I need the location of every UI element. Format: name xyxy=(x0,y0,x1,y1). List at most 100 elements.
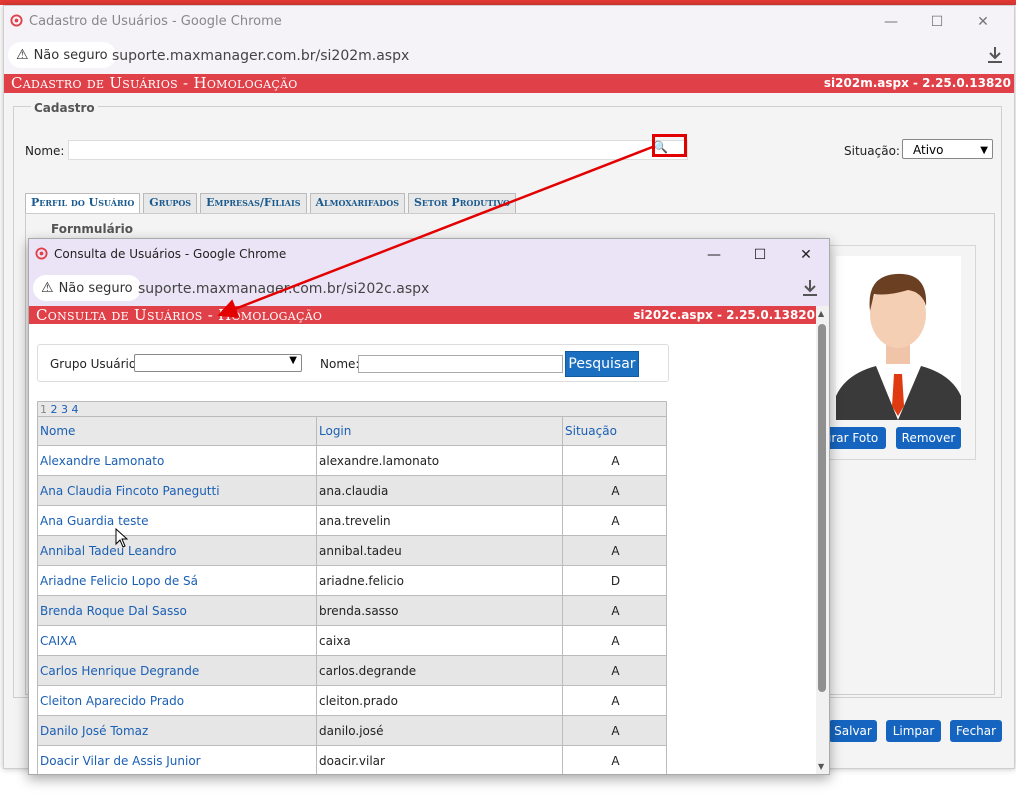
consulta-body: Grupo Usuário: ▼ Nome: Pesquisar 1 2 3 4… xyxy=(29,324,815,774)
user-status: A xyxy=(562,625,667,656)
popup-page-title: Consulta de Usuários - Homologação xyxy=(36,306,323,324)
user-status: A xyxy=(562,445,667,476)
user-name-link[interactable]: Doacir Vilar de Assis Junior xyxy=(37,745,317,774)
main-page-title: Cadastro de Usuários - Homologação xyxy=(11,74,298,92)
nome-input[interactable] xyxy=(68,140,688,160)
table-row[interactable]: Ana Claudia Fincoto Panegutti ana.claudia… xyxy=(37,475,667,506)
user-status: A xyxy=(562,685,667,716)
tab-empresas-filiais[interactable]: Empresas/Filiais xyxy=(200,193,307,214)
main-version-label: si202m.aspx - 2.25.0.13820 xyxy=(823,76,1011,90)
scroll-down-icon[interactable]: ▼ xyxy=(818,762,824,771)
table-row[interactable]: Cleiton Aparecido Prado cleiton.prado A xyxy=(37,685,667,716)
user-name-link[interactable]: Alexandre Lamonato xyxy=(37,445,317,476)
download-icon[interactable] xyxy=(984,44,1006,66)
user-status: A xyxy=(562,595,667,626)
cadastro-legend: Cadastro xyxy=(31,101,98,115)
maximize-icon[interactable]: ☐ xyxy=(737,243,783,267)
popup-version-label: si202c.aspx - 2.25.0.13820 xyxy=(633,308,815,322)
user-name-link[interactable]: Cleiton Aparecido Prado xyxy=(37,685,317,716)
main-url[interactable]: suporte.maxmanager.com.br/si202m.aspx xyxy=(112,48,409,64)
mouse-cursor-icon xyxy=(115,528,129,548)
nome-label: Nome: xyxy=(25,144,65,158)
close-icon[interactable]: ✕ xyxy=(960,10,1006,34)
popup-url[interactable]: suporte.maxmanager.com.br/si202c.aspx xyxy=(138,281,429,297)
user-name-link[interactable]: Danilo José Tomaz xyxy=(37,715,317,746)
nome-filter-label: Nome: xyxy=(320,357,360,371)
table-row[interactable]: Alexandre Lamonato alexandre.lamonato A xyxy=(37,445,667,476)
minimize-icon[interactable]: — xyxy=(868,10,914,34)
user-name-link[interactable]: Ana Claudia Fincoto Panegutti xyxy=(37,475,317,506)
nome-filter-input[interactable] xyxy=(358,355,563,373)
user-login: doacir.vilar xyxy=(316,745,563,774)
minimize-icon[interactable]: — xyxy=(691,243,737,267)
column-header-login[interactable]: Login xyxy=(316,416,563,446)
scroll-up-icon[interactable]: ▲ xyxy=(818,309,824,318)
popup-window-title: Consulta de Usuários - Google Chrome xyxy=(54,247,287,261)
pager-page-4[interactable]: 4 xyxy=(72,403,79,416)
tab-almoxarifados[interactable]: Almoxarifados xyxy=(309,193,405,214)
table-row[interactable]: Ariadne Felicio Lopo de Sá ariadne.felici… xyxy=(37,565,667,596)
pager-page-2[interactable]: 2 xyxy=(51,403,58,416)
user-status: D xyxy=(562,565,667,596)
grupo-usuario-select[interactable]: ▼ xyxy=(134,354,302,372)
user-status: A xyxy=(562,715,667,746)
user-status: A xyxy=(562,505,667,536)
tab-setor-produtivo[interactable]: Setor Produtivo xyxy=(407,193,516,214)
user-login: ana.claudia xyxy=(316,475,563,506)
user-login: alexandre.lamonato xyxy=(316,445,563,476)
pesquisar-button[interactable]: Pesquisar xyxy=(565,351,639,377)
user-login: brenda.sasso xyxy=(316,595,563,626)
user-name-link[interactable]: Annibal Tadeu Leandro xyxy=(37,535,317,566)
popup-header-bar: Consulta de Usuários - Homologação si202… xyxy=(29,306,829,324)
pager-page-1: 1 xyxy=(40,402,47,416)
grupo-usuario-label: Grupo Usuário: xyxy=(50,357,141,371)
popup-titlebar: Consulta de Usuários - Google Chrome — ☐… xyxy=(29,239,829,271)
not-secure-badge[interactable]: ⚠ Não seguro xyxy=(33,275,141,301)
formulario-legend: Fornmulário xyxy=(51,222,133,236)
table-row[interactable]: Ana Guardia teste ana.trevelin A xyxy=(37,505,667,536)
user-status: A xyxy=(562,655,667,686)
warning-icon: ⚠ xyxy=(41,280,54,296)
column-header-nome[interactable]: Nome xyxy=(37,416,317,446)
user-login: caixa xyxy=(316,625,563,656)
scrollbar-thumb[interactable] xyxy=(818,324,826,692)
user-name-link[interactable]: Brenda Roque Dal Sasso xyxy=(37,595,317,626)
tab-grupos[interactable]: Grupos xyxy=(143,193,198,214)
user-name-link[interactable]: CAIXA xyxy=(37,625,317,656)
pager-page-3[interactable]: 3 xyxy=(61,403,68,416)
user-login: cleiton.prado xyxy=(316,685,563,716)
user-login: danilo.josé xyxy=(316,715,563,746)
user-name-link[interactable]: Ariadne Felicio Lopo de Sá xyxy=(37,565,317,596)
table-row[interactable]: Annibal Tadeu Leandro annibal.tadeu A xyxy=(37,535,667,566)
situacao-select[interactable]: Ativo ▼ xyxy=(902,139,993,159)
table-row[interactable]: Brenda Roque Dal Sasso brenda.sasso A xyxy=(37,595,667,626)
main-address-bar: ⚠ Não seguro suporte.maxmanager.com.br/s… xyxy=(4,38,1014,74)
warning-icon: ⚠ xyxy=(16,47,29,63)
column-header-situacao[interactable]: Situação xyxy=(562,416,667,446)
user-status: A xyxy=(562,475,667,506)
table-row[interactable]: Danilo José Tomaz danilo.josé A xyxy=(37,715,667,746)
fechar-button[interactable]: Fechar xyxy=(950,720,1002,742)
main-header-bar: Cadastro de Usuários - Homologação si202… xyxy=(4,74,1014,93)
download-icon[interactable] xyxy=(799,277,821,299)
table-row[interactable]: CAIXA caixa A xyxy=(37,625,667,656)
user-login: annibal.tadeu xyxy=(316,535,563,566)
usuarios-table: 1 2 3 4 Nome Login Situação Alexandre La… xyxy=(37,401,667,774)
table-row[interactable]: Carlos Henrique Degrande carlos.degrande A xyxy=(37,655,667,686)
chevron-down-icon: ▼ xyxy=(289,355,297,366)
not-secure-badge[interactable]: ⚠ Não seguro xyxy=(8,42,116,68)
limpar-button[interactable]: Limpar xyxy=(886,720,941,742)
pager-row: 1 2 3 4 xyxy=(37,401,667,417)
popup-scrollbar[interactable]: ▲ ▼ xyxy=(816,306,829,774)
user-login: ana.trevelin xyxy=(316,505,563,536)
table-row[interactable]: Doacir Vilar de Assis Junior doacir.vilar… xyxy=(37,745,667,774)
main-titlebar: Cadastro de Usuários - Google Chrome — ☐… xyxy=(4,6,1014,38)
user-name-link[interactable]: Ana Guardia teste xyxy=(37,505,317,536)
close-icon[interactable]: ✕ xyxy=(783,243,829,267)
salvar-button[interactable]: Salvar xyxy=(829,720,877,742)
app-favicon-icon xyxy=(35,247,48,260)
user-name-link[interactable]: Carlos Henrique Degrande xyxy=(37,655,317,686)
annotation-highlight-box xyxy=(652,134,687,157)
maximize-icon[interactable]: ☐ xyxy=(914,10,960,34)
remover-button[interactable]: Remover xyxy=(896,427,961,449)
